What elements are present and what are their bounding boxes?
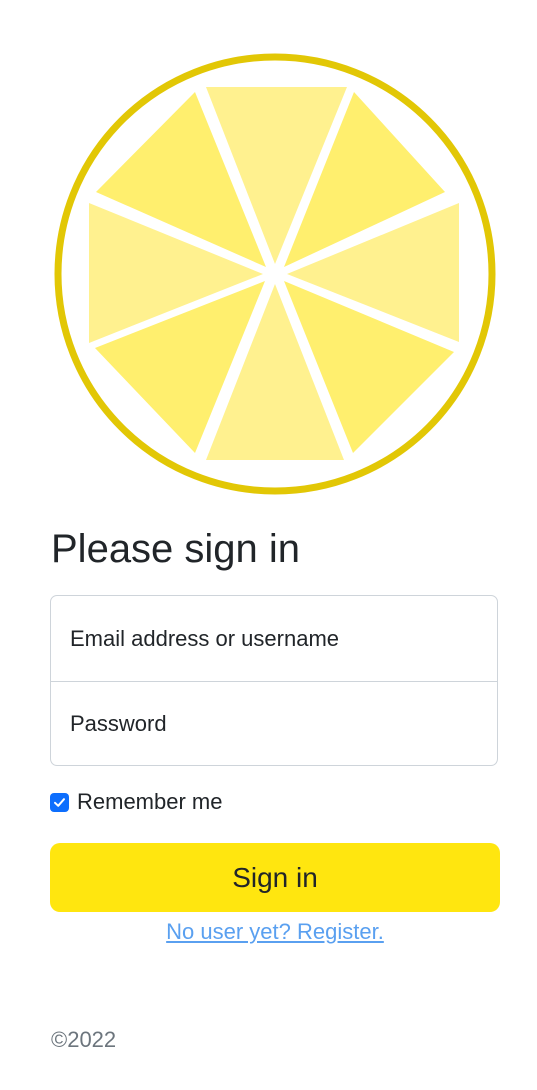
remember-me-checkbox[interactable] [50, 792, 69, 812]
register-link[interactable]: No user yet? Register. [50, 916, 500, 948]
remember-me-row[interactable]: Remember me [50, 787, 222, 817]
copyright-text: ©2022 [51, 1027, 117, 1052]
credentials-field-group [50, 595, 498, 766]
password-field[interactable] [51, 681, 497, 765]
lemon-slice-icon [54, 53, 496, 495]
sign-in-button[interactable]: Sign in [50, 843, 500, 912]
email-field[interactable] [51, 596, 497, 681]
sign-in-page: Please sign in Remember me Sign in No us… [0, 0, 537, 1090]
checkmark-icon [54, 797, 65, 807]
remember-me-label: Remember me [77, 789, 223, 814]
page-title: Please sign in [51, 527, 301, 571]
